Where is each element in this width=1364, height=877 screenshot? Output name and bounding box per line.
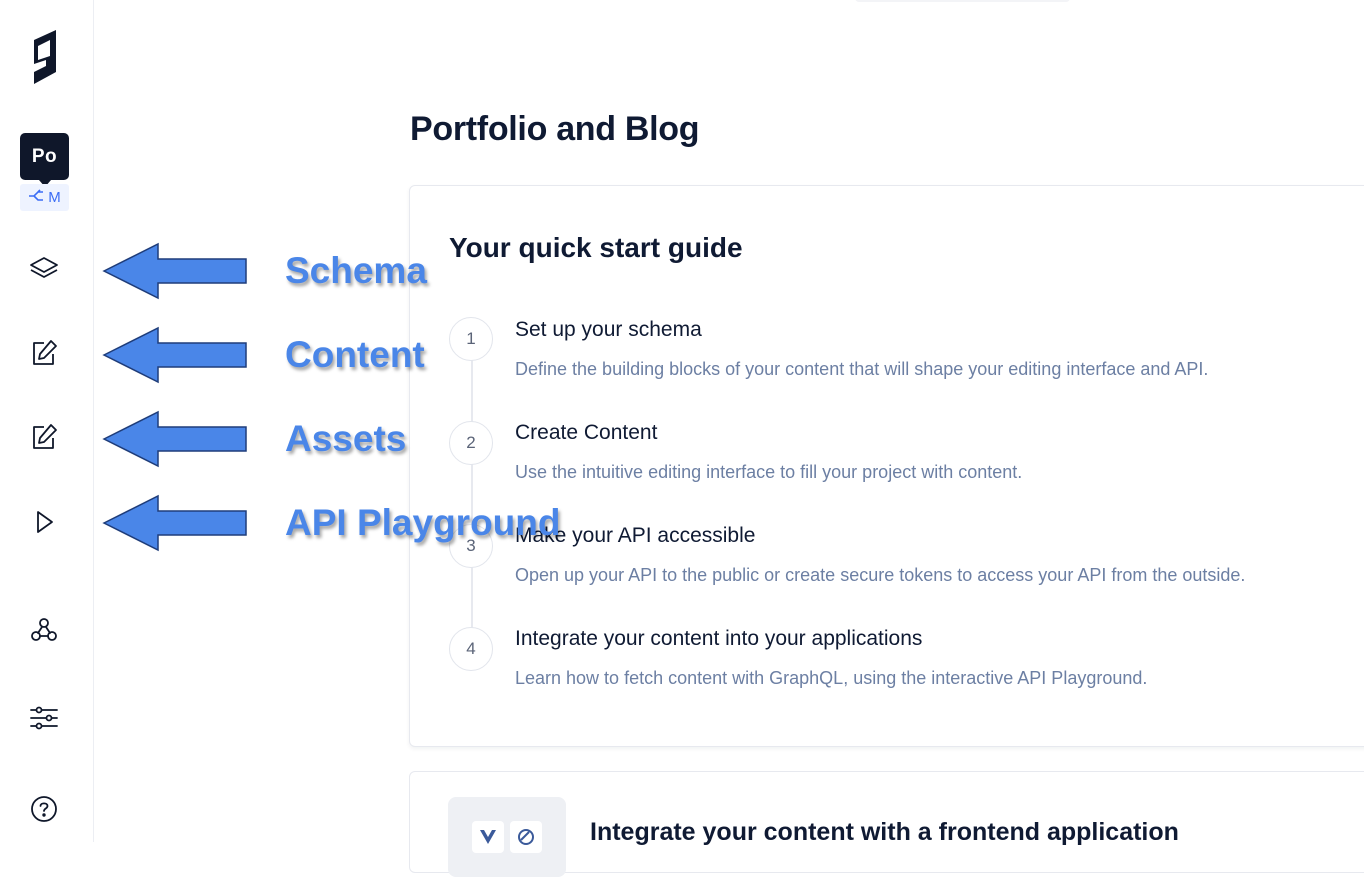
schema-nav-button[interactable] xyxy=(27,254,61,288)
guide-title: Your quick start guide xyxy=(449,232,743,263)
environment-tag[interactable]: M xyxy=(20,184,69,211)
project-badge-label: Po xyxy=(31,145,58,167)
api-playground-nav-button[interactable] xyxy=(27,507,61,541)
edit-icon xyxy=(29,422,59,457)
annotation-assets-label: Assets xyxy=(285,418,407,459)
content-nav-button[interactable] xyxy=(27,338,61,372)
integrate-frontend-card[interactable]: Integrate your content with a frontend a… xyxy=(409,771,1364,877)
project-badge[interactable]: Po xyxy=(20,133,69,187)
branch-icon xyxy=(28,188,46,207)
edit-icon xyxy=(29,338,59,373)
settings-nav-button[interactable] xyxy=(27,703,61,737)
sidebar: Po M xyxy=(0,0,94,842)
step-connector xyxy=(471,346,473,646)
integrate-title: Integrate your content with a frontend a… xyxy=(590,818,1179,846)
logo-icon[interactable] xyxy=(24,28,66,94)
framework-icons xyxy=(448,797,566,877)
step-description: Define the building blocks of your conte… xyxy=(515,359,1209,379)
annotation-arrow-icon xyxy=(102,410,247,468)
help-icon xyxy=(29,794,59,829)
sliders-icon xyxy=(28,702,60,739)
step-number: 1 xyxy=(449,317,493,361)
step-number: 2 xyxy=(449,421,493,465)
step-number: 4 xyxy=(449,627,493,671)
step-description: Use the intuitive editing interface to f… xyxy=(515,462,1023,482)
layers-icon xyxy=(28,253,60,290)
step-title[interactable]: Integrate your content into your applica… xyxy=(515,627,922,651)
quick-start-guide-card: Your quick start guide 1 Set up your sch… xyxy=(409,185,1364,747)
step-title[interactable]: Set up your schema xyxy=(515,318,702,342)
annotation-api-playground-label: API Playground xyxy=(285,502,561,543)
step-description: Open up your API to the public or create… xyxy=(515,565,1246,585)
top-search-hint xyxy=(855,0,1070,2)
annotation-schema-label: Schema xyxy=(285,250,427,291)
step-description: Learn how to fetch content with GraphQL,… xyxy=(515,668,1148,688)
annotation-arrow-icon xyxy=(102,494,247,552)
vue-icon xyxy=(472,821,504,853)
annotation-arrow-icon xyxy=(102,242,247,300)
help-button[interactable] xyxy=(27,794,61,828)
webhook-icon xyxy=(28,614,60,651)
webhooks-nav-button[interactable] xyxy=(27,615,61,649)
assets-nav-button[interactable] xyxy=(27,422,61,456)
environment-label: M xyxy=(48,189,61,206)
play-icon xyxy=(31,508,57,541)
annotation-content-label: Content xyxy=(285,334,425,375)
annotation-arrow-icon xyxy=(102,326,247,384)
page-title: Portfolio and Blog xyxy=(410,110,700,148)
step-title[interactable]: Create Content xyxy=(515,421,657,445)
gatsby-icon xyxy=(510,821,542,853)
